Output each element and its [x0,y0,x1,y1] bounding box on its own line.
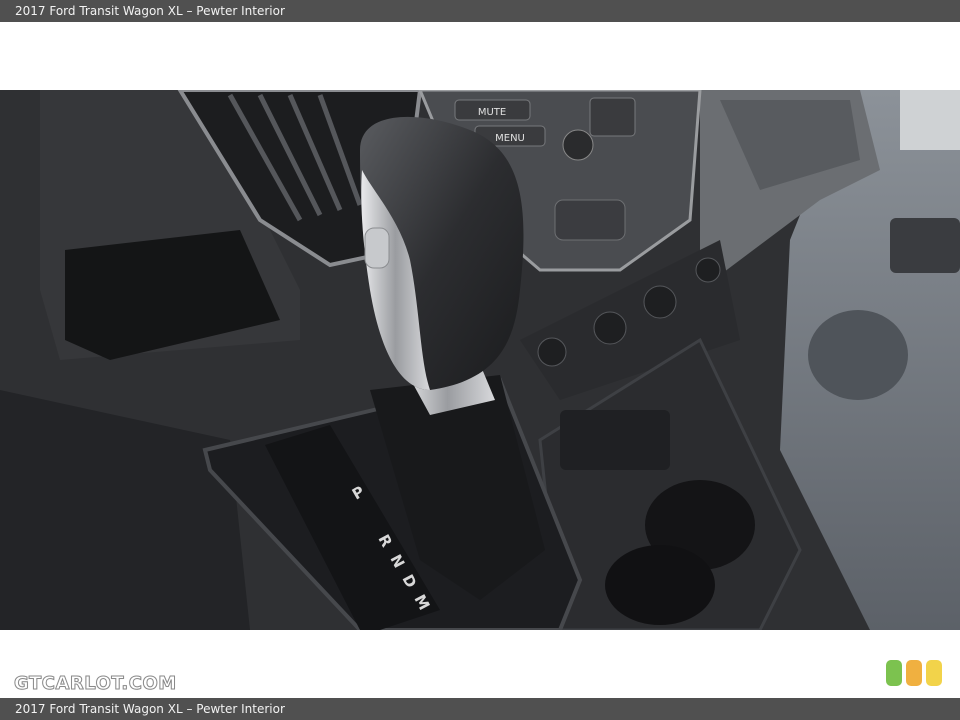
climate-knob-3 [537,337,567,367]
green-badge [886,660,902,686]
climate-knob-4 [695,257,721,283]
top-caption-bar: 2017 Ford Transit Wagon XL – Pewter Inte… [0,0,960,22]
vehicle-interior-photo: MUTE MENU P R N D M [0,90,960,630]
console-tray [560,410,670,470]
door-window-switch [890,218,960,273]
radio-knob [562,129,594,161]
preset-buttons [589,97,636,137]
door-speaker [808,310,908,400]
top-caption-text: 2017 Ford Transit Wagon XL – Pewter Inte… [15,4,285,18]
climate-knob-2 [643,285,677,319]
orange-badge [906,660,922,686]
cupholder-2 [605,545,715,625]
photo-illustration: MUTE MENU P R N D M [0,90,960,630]
top-white-band [0,22,960,90]
hazard-button [554,199,626,241]
menu-label: MENU [495,133,525,144]
mute-label: MUTE [478,107,506,118]
gtcarlot-logo: GTCARLOT.COM [14,673,177,695]
bottom-caption-text: 2017 Ford Transit Wagon XL – Pewter Inte… [15,702,285,716]
bottom-caption-bar: 2017 Ford Transit Wagon XL – Pewter Inte… [0,698,960,720]
climate-knob-1 [593,311,627,345]
window-glare [900,90,960,150]
yellow-badge [926,660,942,686]
shift-lock-button [364,227,390,269]
